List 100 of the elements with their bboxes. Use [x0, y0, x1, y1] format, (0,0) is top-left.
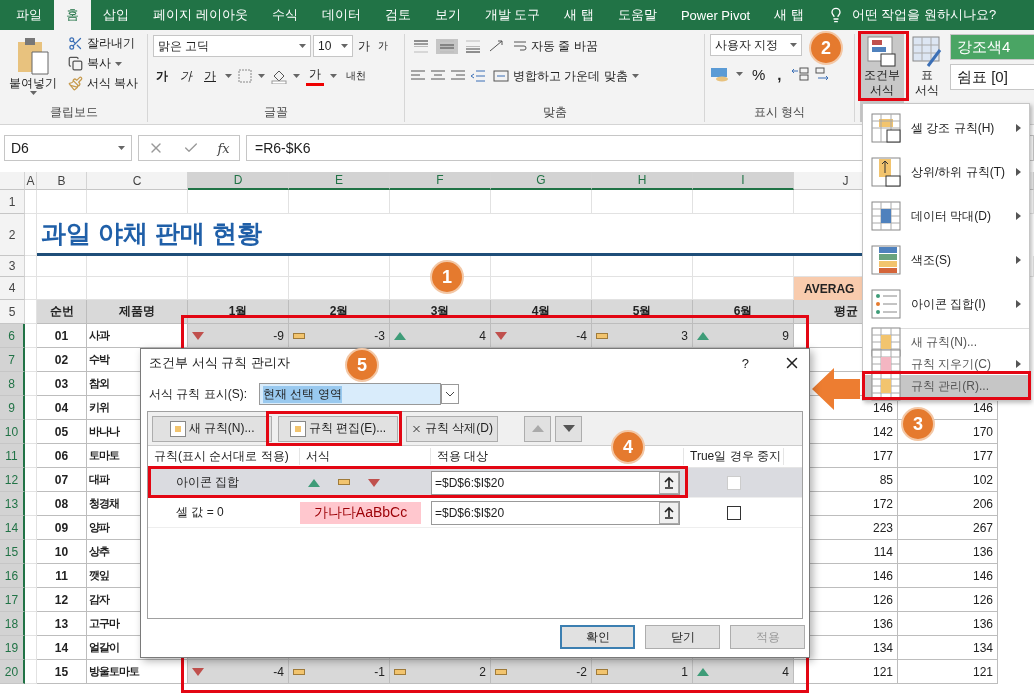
ribbon-tab[interactable]: 도움말	[605, 0, 669, 30]
collapse-icon[interactable]	[659, 471, 679, 494]
table-cell: 07	[37, 468, 87, 492]
align-icon[interactable]	[430, 69, 446, 83]
wrap-icon	[513, 39, 527, 53]
caret-icon	[118, 146, 125, 150]
dash-icon	[293, 332, 305, 339]
paste-button[interactable]: 붙여넣기	[5, 34, 61, 104]
comma-button[interactable]: ,	[774, 65, 785, 83]
dialog-button[interactable]: 확인	[560, 625, 635, 649]
row-header: 17	[0, 588, 25, 612]
cell-style[interactable]: 쉼표 [0]	[950, 64, 1034, 90]
italic-button[interactable]: 가	[177, 67, 195, 85]
step-badge: 1	[430, 260, 464, 294]
collapse-icon[interactable]	[659, 501, 679, 524]
ribbon-tab[interactable]: 검토	[372, 0, 423, 30]
align-icon[interactable]	[410, 69, 426, 83]
orientation-icon[interactable]	[488, 39, 506, 53]
column-header[interactable]: G	[491, 172, 592, 190]
align-icon	[439, 39, 455, 53]
column-header[interactable]: A	[25, 172, 37, 190]
range-field[interactable]: =$D$6:$I$20	[431, 500, 680, 525]
grid-cell	[25, 324, 37, 348]
increase-decimal-icon[interactable]	[790, 66, 809, 82]
ribbon-tab[interactable]: 파일	[4, 0, 54, 30]
ribbon-tab[interactable]: 데이터	[309, 0, 373, 30]
align-icon[interactable]	[450, 69, 466, 83]
column-header[interactable]: I	[693, 172, 794, 190]
toolbar-button[interactable]: 규칙 삭제(D)	[406, 415, 498, 442]
checkbox[interactable]	[727, 505, 741, 520]
font-size-field[interactable]: 10	[313, 35, 353, 57]
grow-font-button[interactable]: 가	[355, 37, 373, 55]
format-painter-button[interactable]: 서식 복사	[65, 74, 142, 93]
tell-me-search[interactable]: 어떤 작업을 원하시나요?	[851, 6, 997, 24]
column-header[interactable]: H	[592, 172, 693, 190]
grid-cell	[37, 190, 87, 214]
ribbon-tab[interactable]: 삽입	[91, 0, 141, 30]
top-bottom-rules-icon	[871, 157, 901, 187]
move-down-button[interactable]	[555, 415, 582, 442]
toolbar-button[interactable]: 규칙 편집(E)...	[278, 415, 398, 442]
select-all-corner[interactable]	[0, 172, 25, 190]
column-header[interactable]: C	[87, 172, 188, 190]
insert-function-button[interactable]: fx	[217, 140, 230, 156]
dropdown-caret-icon[interactable]	[441, 384, 459, 404]
column-header[interactable]: E	[289, 172, 390, 190]
cut-button[interactable]: 잘라내기	[65, 34, 142, 53]
caret-icon	[29, 91, 37, 95]
rule-row[interactable]: 셀 값 = 0 가나다AaBbCc =$D$6:$I$20	[148, 498, 802, 528]
ribbon-tab[interactable]: 수식	[259, 0, 310, 30]
caret-icon	[225, 74, 232, 78]
grid-cell	[25, 468, 37, 492]
fill-color-icon[interactable]	[271, 68, 287, 84]
dash-icon	[596, 332, 608, 339]
column-heading: 규칙(표시 순서대로 적용)	[148, 448, 300, 465]
font-color-button[interactable]: 가	[306, 66, 324, 86]
underline-button[interactable]: 가	[201, 67, 219, 85]
copy-button[interactable]: 복사	[65, 54, 142, 73]
table-cell: 267	[898, 516, 998, 540]
ribbon-tab[interactable]: Power Pivot	[668, 0, 763, 30]
table-cell: 206	[898, 492, 998, 516]
ribbon-tab[interactable]: 새 탭	[762, 0, 816, 30]
shrink-font-button[interactable]: 가	[375, 39, 391, 53]
border-icon[interactable]	[238, 69, 252, 83]
help-button[interactable]: ?	[741, 355, 749, 371]
wrap-text-button[interactable]: 자동 줄 바꿈	[510, 36, 601, 56]
table-cell: 12	[37, 588, 87, 612]
font-name-field[interactable]: 맑은 고딕	[153, 35, 311, 57]
toolbar-button[interactable]: 새 규칙(N)...	[152, 415, 272, 442]
row-header: 10	[0, 420, 25, 444]
scissors-icon	[68, 36, 83, 51]
align-icon	[465, 39, 481, 53]
indent-icon[interactable]	[470, 69, 486, 83]
row-header: 18	[0, 612, 25, 636]
table-cell: 01	[37, 324, 87, 348]
number-format-field[interactable]: 사용자 지정	[710, 34, 802, 56]
row-header: 13	[0, 492, 25, 516]
grid-cell	[25, 420, 37, 444]
table-cell: 1	[592, 660, 693, 684]
column-header[interactable]: D	[188, 172, 289, 190]
currency-icon[interactable]	[710, 66, 730, 82]
percent-button[interactable]: %	[749, 65, 769, 83]
ribbon-tab[interactable]: 새 탭	[552, 0, 606, 30]
ribbon-tab[interactable]: 홈	[54, 0, 91, 30]
phonetic-button[interactable]: 내천	[343, 69, 369, 83]
grid-cell	[25, 372, 37, 396]
ribbon-tab[interactable]: 보기	[422, 0, 473, 30]
merge-center-button[interactable]: 병합하고 가운데 맞춤	[490, 66, 642, 86]
column-header[interactable]: F	[390, 172, 491, 190]
name-box[interactable]: D6	[4, 135, 132, 161]
row-header: 20	[0, 660, 25, 684]
show-rules-dropdown[interactable]: 현재 선택 영역	[259, 383, 441, 405]
table-cell: 146	[898, 564, 998, 588]
range-field[interactable]: =$D$6:$I$20	[431, 470, 680, 495]
dialog-button[interactable]: 닫기	[645, 625, 720, 649]
bold-button[interactable]: 가	[153, 67, 171, 85]
ribbon-tab[interactable]: 개발 도구	[472, 0, 553, 30]
merge-icon	[493, 69, 509, 83]
align-button[interactable]	[436, 38, 458, 54]
ribbon-tab[interactable]: 페이지 레이아웃	[141, 0, 260, 30]
column-header[interactable]: B	[37, 172, 87, 190]
